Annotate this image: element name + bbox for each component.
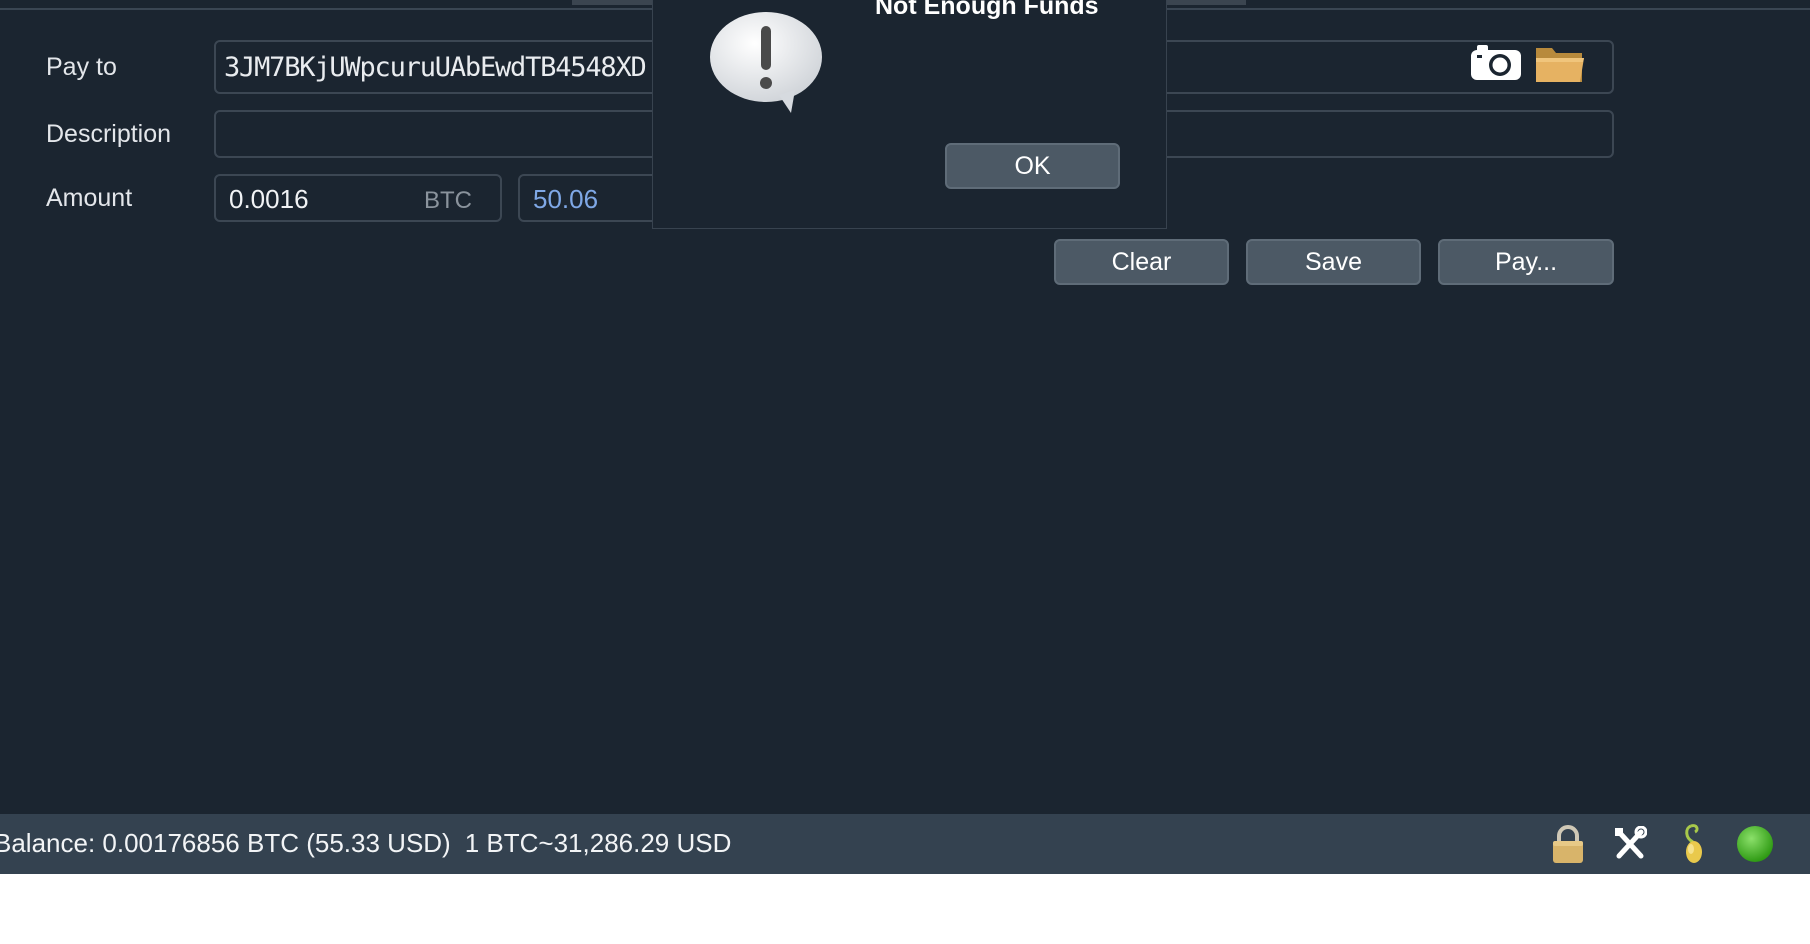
folder-icon[interactable] xyxy=(1534,42,1586,84)
amount-unit: BTC xyxy=(424,187,472,214)
pay-to-value: 3JM7BKjUWpcuruUAbEwdTB4548XD xyxy=(224,52,647,83)
lock-icon[interactable] xyxy=(1550,825,1586,865)
network-status-icon[interactable] xyxy=(1735,824,1775,864)
description-label: Description xyxy=(46,120,172,148)
status-bar: Balance: 0.00176856 BTC (55.33 USD) 1 BTC… xyxy=(0,814,1810,874)
amount-input[interactable]: 0.0016 BTC xyxy=(214,174,502,222)
fiat-amount-value: 50.06 xyxy=(533,184,599,214)
amount-label: Amount xyxy=(46,184,133,212)
amount-value: 0.0016 xyxy=(229,184,309,214)
seed-icon[interactable] xyxy=(1679,822,1707,864)
send-tab: Pay to 3JM7BKjUWpcuruUAbEwdTB4548XD Desc… xyxy=(0,0,1810,814)
pay-to-label: Pay to xyxy=(46,53,117,81)
dialog-title: Not Enough Funds xyxy=(875,0,1099,20)
ok-button[interactable]: OK xyxy=(945,143,1120,189)
clear-button[interactable]: Clear xyxy=(1054,239,1229,285)
tab-indicator-left xyxy=(572,0,660,5)
status-text: Balance: 0.00176856 BTC (55.33 USD) 1 BTC… xyxy=(0,828,745,859)
tools-icon[interactable] xyxy=(1613,826,1647,862)
balance-text: Balance: 0.00176856 BTC (55.33 USD) xyxy=(0,828,451,858)
exchange-rate-text: 1 BTC~31,286.29 USD xyxy=(464,828,732,858)
not-enough-funds-dialog: Not Enough Funds OK xyxy=(652,0,1167,229)
pay-button[interactable]: Pay... xyxy=(1438,239,1614,285)
save-button[interactable]: Save xyxy=(1246,239,1421,285)
camera-icon[interactable] xyxy=(1469,42,1523,82)
tab-indicator-right xyxy=(1166,0,1246,5)
warning-icon xyxy=(710,12,822,113)
